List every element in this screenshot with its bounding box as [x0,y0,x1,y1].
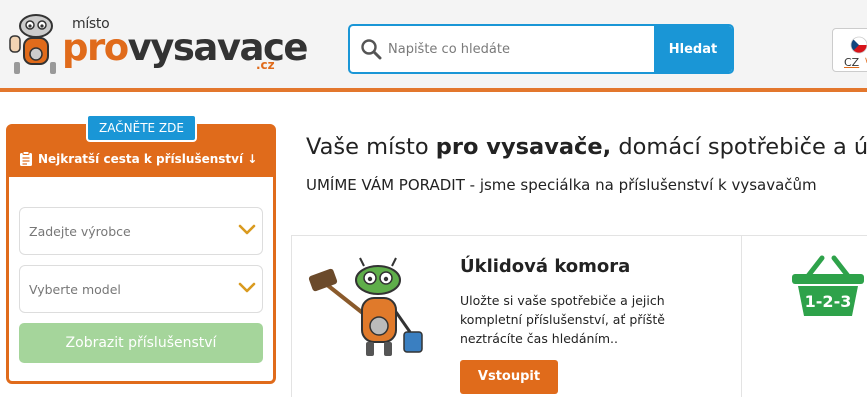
storage-room-card: Úklidová komora Uložte si vaše spotřebič… [291,235,867,397]
start-here-badge: ZAČNĚTE ZDE [86,114,197,142]
enter-button[interactable]: Vstoupit [460,360,558,394]
chevron-down-icon [238,224,256,235]
search-button[interactable]: Hledat [654,26,732,72]
search-icon [361,39,382,60]
card-description: Uložte si vaše spotřebiče a jejich kompl… [460,293,665,346]
model-select[interactable]: Vyberte model [19,265,263,313]
manufacturer-select-text: Zadejte výrobce [29,224,131,239]
site-header: místo provysavace .cz Hledat CZ ∨ [0,0,867,92]
model-select-text: Vyberte model [29,282,121,297]
manufacturer-select[interactable]: Zadejte výrobce [19,207,263,255]
card-title: Úklidová komora [460,256,631,277]
panel-title: Nejkratší cesta k příslušenství ↓ [38,152,258,166]
cleaning-robot-mascot-icon [308,257,423,356]
headline-prefix: Vaše místo [306,134,436,160]
card-divider [741,236,742,397]
clipboard-icon [20,151,32,166]
language-label: CZ [844,56,860,69]
basket-label: 1-2-3 [805,292,852,311]
accessory-finder-panel: Nejkratší cesta k příslušenství ↓ Zadejt… [6,124,276,384]
show-accessories-button[interactable]: Zobrazit příslušenství [19,323,263,363]
search-bar: Hledat [348,24,734,74]
language-selector[interactable]: CZ ∨ [832,28,867,72]
basket-123-icon: 1-2-3 [792,255,864,316]
page-headline: Vaše místo pro vysavače, domácí spotřebi… [306,134,867,160]
chevron-down-icon [238,282,256,293]
vacuum-mascot-icon [9,14,56,74]
logo-main-text: vysavace [127,26,309,69]
site-logo[interactable]: místo provysavace .cz [6,6,309,76]
logo-pro-text: pro [62,26,129,69]
logo-tld-text: .cz [256,58,275,72]
panel-title-row: Nejkratší cesta k příslušenství ↓ [19,151,257,167]
czech-flag-icon [850,36,867,54]
headline-bold: pro vysavače, [435,134,612,160]
search-input[interactable] [388,26,653,72]
page-subheadline: UMÍME VÁM PORADIT - jsme speciálka na př… [306,176,817,194]
headline-suffix: domácí spotřebiče a úklid [618,134,867,160]
